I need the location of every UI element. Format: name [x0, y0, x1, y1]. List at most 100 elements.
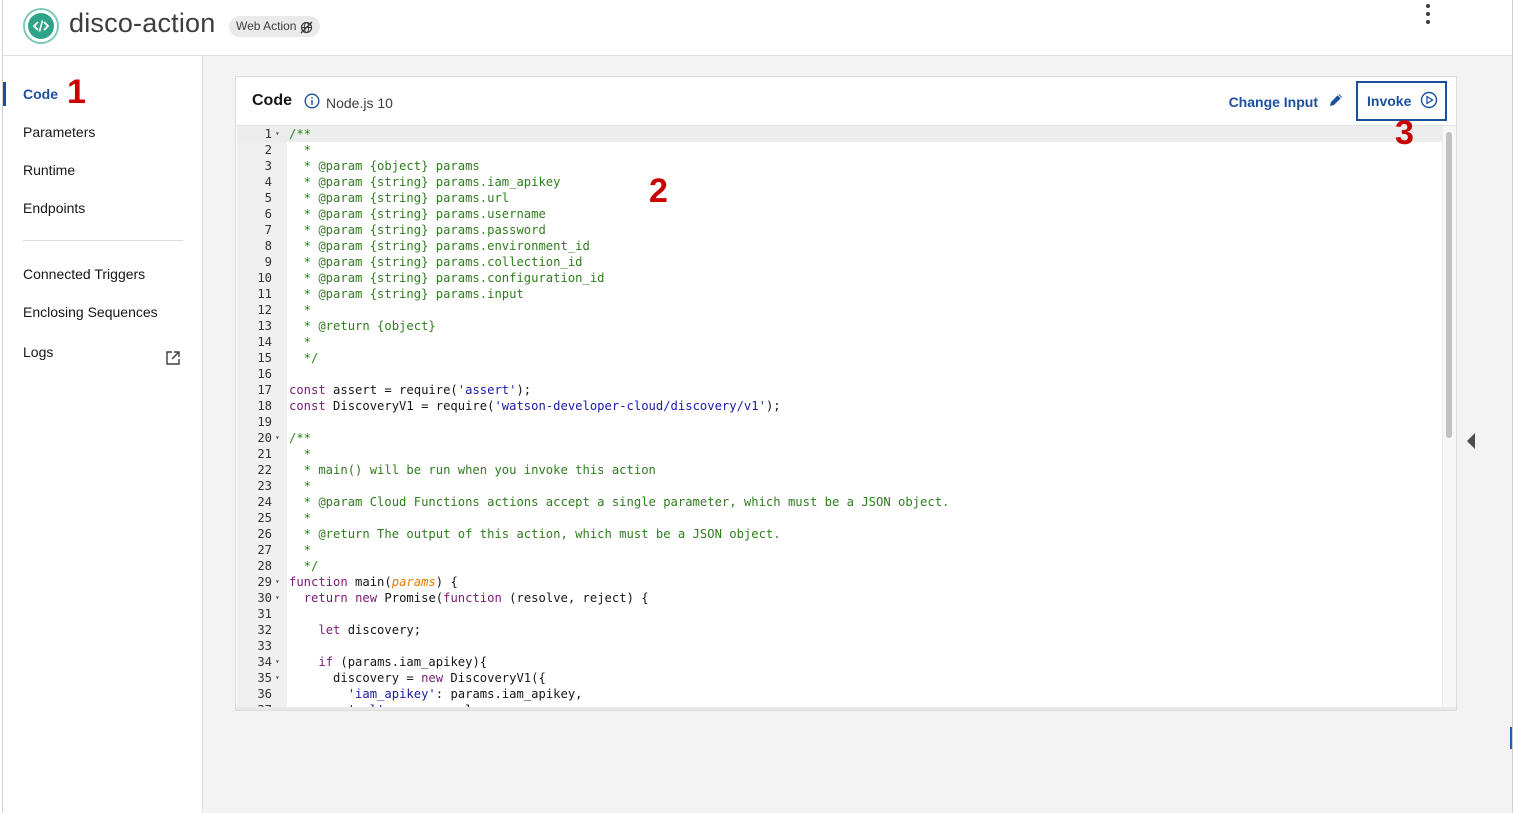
code-text: const DiscoveryV1 = require('watson-deve…: [289, 398, 781, 414]
code-text: */: [289, 558, 319, 574]
code-line: 9 * @param {string} params.collection_id: [237, 254, 1442, 270]
code-line: 29 ▾ function main(params) {: [237, 574, 1442, 590]
external-link-icon[interactable]: [165, 343, 181, 379]
edit-icon: [1328, 92, 1344, 111]
annotation-number-1: 1: [67, 73, 86, 111]
code-text: * @param {string} params.configuration_i…: [289, 270, 605, 286]
sidebar-item-code[interactable]: Code: [3, 76, 202, 112]
code-token: *: [289, 543, 312, 557]
sidebar-item-label: Logs: [23, 344, 54, 360]
code-line: 26 * @return The output of this action, …: [237, 526, 1442, 542]
code-text: /**: [289, 126, 311, 142]
sidebar-item-label: Enclosing Sequences: [23, 304, 158, 320]
code-token: * @param {string} params.collection_id: [289, 255, 583, 269]
sidebar-item-connected-triggers[interactable]: Connected Triggers: [3, 256, 202, 292]
code-line: 4 * @param {string} params.iam_apikey: [237, 174, 1442, 190]
code-text: * @param {string} params.iam_apikey: [289, 174, 561, 190]
code-text: *: [289, 334, 311, 350]
code-line: 23 *: [237, 478, 1442, 494]
fold-arrow-icon[interactable]: ▾: [275, 590, 280, 606]
code-text: * @param Cloud Functions actions accept …: [289, 494, 950, 510]
runtime-label: Node.js 10: [326, 94, 393, 111]
code-line: 25 *: [237, 510, 1442, 526]
line-number: 33: [257, 639, 272, 653]
code-text: *: [289, 142, 311, 158]
code-line: 24 * @param Cloud Functions actions acce…: [237, 494, 1442, 510]
fold-arrow-icon[interactable]: ▾: [275, 670, 280, 686]
code-text: * @param {string} params.environment_id: [289, 238, 590, 254]
code-text: *: [289, 478, 311, 494]
code-text: discovery = new DiscoveryV1({: [289, 670, 546, 686]
code-text: return new Promise(function (resolve, re…: [289, 590, 649, 606]
code-token: *: [289, 511, 312, 525]
fold-arrow-icon[interactable]: ▾: [275, 574, 280, 590]
line-number: 2: [264, 143, 272, 157]
code-text: * @param {string} params.password: [289, 222, 546, 238]
line-number: 25: [257, 511, 272, 525]
code-token: * @param {string} params.input: [289, 287, 524, 301]
web-action-badge: Web Action: [229, 16, 321, 37]
line-number: 16: [257, 367, 272, 381]
collapse-panel-arrow-icon[interactable]: [1467, 433, 1475, 449]
code-token: * @param {string} params.iam_apikey: [289, 175, 561, 189]
code-editor[interactable]: 1 ▾/** 2 * 3 * @param {object} params 4 * @p…: [237, 126, 1456, 709]
sidebar-item-enclosing-sequences[interactable]: Enclosing Sequences: [3, 294, 202, 330]
code-token: * @param {string} params.environment_id: [289, 239, 590, 253]
code-text: *: [289, 542, 311, 558]
code-line: 14 *: [237, 334, 1442, 350]
code-token: * @param {object} params: [289, 159, 480, 173]
editor-scrollbar-track[interactable]: [1442, 126, 1456, 709]
line-number: 21: [257, 447, 272, 461]
sidebar-item-parameters[interactable]: Parameters: [3, 114, 202, 150]
code-token: *: [289, 447, 312, 461]
fold-arrow-icon[interactable]: ▾: [275, 430, 280, 446]
overflow-menu-icon[interactable]: [1422, 2, 1434, 26]
change-input-button[interactable]: Change Input: [1229, 92, 1344, 111]
code-token: *: [289, 143, 312, 157]
fold-arrow-icon[interactable]: ▾: [275, 126, 280, 142]
editor-horizontal-scrollbar[interactable]: [236, 707, 1456, 710]
sidebar-item-logs[interactable]: Logs: [3, 334, 202, 370]
code-text: const assert = require('assert');: [289, 382, 531, 398]
globe-off-icon: [300, 20, 313, 41]
code-token: DiscoveryV1 = require(: [325, 399, 495, 413]
editor-scrollbar-thumb[interactable]: [1446, 132, 1452, 438]
line-number: 5: [264, 191, 272, 205]
code-token: params: [391, 575, 436, 589]
code-token: function: [443, 591, 502, 605]
code-text: *: [289, 302, 311, 318]
sidebar-item-label: Runtime: [23, 162, 76, 178]
line-number: 27: [257, 543, 272, 557]
code-token: * @param {string} params.username: [289, 207, 546, 221]
line-number: 14: [257, 335, 272, 349]
sidebar-item-endpoints[interactable]: Endpoints: [3, 190, 202, 226]
line-number: 1: [264, 127, 272, 141]
info-icon[interactable]: [304, 93, 320, 112]
code-token: /**: [289, 127, 312, 141]
code-token: * @param Cloud Functions actions accept …: [289, 495, 950, 509]
window-edge-accent-right: [1510, 727, 1512, 749]
app-window: disco-action Web Action Code Parameters: [2, 0, 1513, 813]
line-number: 24: [257, 495, 272, 509]
code-line: 6 * @param {string} params.username: [237, 206, 1442, 222]
code-line: 33: [237, 638, 1442, 654]
line-number: 30: [257, 591, 272, 605]
line-number: 32: [257, 623, 272, 637]
fold-arrow-icon[interactable]: ▾: [275, 654, 280, 670]
code-token: * main() will be run when you invoke thi…: [289, 463, 656, 477]
line-number: 8: [264, 239, 272, 253]
code-line: 18 const DiscoveryV1 = require('watson-de…: [237, 398, 1442, 414]
sidebar-item-label: Endpoints: [23, 200, 86, 216]
code-token: *: [289, 303, 312, 317]
sidebar-item-runtime[interactable]: Runtime: [3, 152, 202, 188]
code-token: (resolve, reject) {: [501, 591, 649, 605]
page-header: disco-action Web Action: [3, 0, 1512, 56]
code-line: 7 * @param {string} params.password: [237, 222, 1442, 238]
code-token: let: [318, 623, 341, 637]
code-text: * @return The output of this action, whi…: [289, 526, 781, 542]
sidebar: Code Parameters Runtime Endpoints Connec…: [3, 56, 203, 813]
